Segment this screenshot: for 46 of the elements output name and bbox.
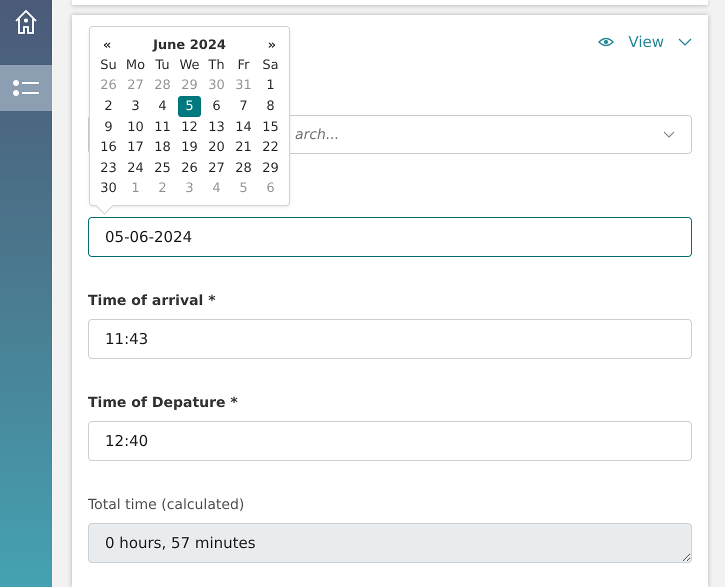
total-time-field[interactable]: 0 hours, 57 minutes — [88, 523, 692, 563]
chevron-down-icon — [663, 131, 675, 138]
calendar-day[interactable]: 13 — [203, 116, 230, 138]
calendar-day[interactable]: 1 — [257, 76, 284, 96]
calendar-day[interactable]: 27 — [203, 158, 230, 179]
calendar-day[interactable]: 30 — [95, 178, 122, 200]
calendar-day[interactable]: 8 — [257, 96, 284, 117]
calendar-day[interactable]: 14 — [230, 116, 257, 138]
weekday-label: We — [178, 56, 201, 75]
calendar-day[interactable]: 7 — [230, 96, 257, 117]
calendar-day[interactable]: 10 — [122, 116, 149, 138]
time-field[interactable]: 12:40 — [88, 421, 692, 461]
chevron-down-icon[interactable] — [678, 38, 692, 46]
eye-icon — [598, 37, 614, 47]
calendar-day[interactable]: 29 — [257, 158, 284, 179]
weekday-label: Fr — [236, 56, 250, 75]
calendar-day[interactable]: 6 — [203, 96, 230, 117]
weekday-label: Th — [207, 56, 226, 75]
calendar-day[interactable]: 15 — [257, 116, 284, 138]
weekday-label: Su — [99, 56, 118, 75]
calendar-day[interactable]: 11 — [149, 116, 176, 138]
month-title: June 2024 — [153, 38, 226, 52]
weekday-label: Mo — [124, 56, 146, 75]
field-label: Time of arrival * — [88, 292, 217, 311]
previous-month-button[interactable]: « — [95, 38, 120, 52]
calendar-day[interactable]: 3 — [122, 96, 149, 117]
calendar-day[interactable]: 5 — [178, 96, 201, 117]
calendar-day[interactable]: 23 — [95, 158, 122, 179]
next-month-button[interactable]: » — [260, 38, 284, 52]
list-icon — [12, 79, 40, 97]
field-label: Total time (calculated) — [88, 496, 246, 515]
calendar-day[interactable]: 25 — [149, 158, 176, 179]
date-field[interactable]: 05-06-2024 — [88, 217, 692, 257]
calendar-day[interactable]: 28 — [230, 158, 257, 179]
time-field[interactable]: 11:43 — [88, 319, 692, 359]
field-label: Time of Depature * — [88, 394, 239, 413]
weekday-label: Sa — [261, 56, 280, 75]
calendar-day[interactable]: 24 — [122, 158, 149, 179]
weekday-label: Tu — [154, 56, 171, 75]
calendar-day[interactable]: 12 — [176, 116, 203, 138]
calendar-day[interactable]: 26 — [176, 158, 203, 179]
calendar-day[interactable]: 2 — [95, 96, 122, 117]
view-button[interactable]: View — [628, 33, 664, 51]
home-icon — [14, 9, 38, 35]
calendar-day[interactable]: 4 — [149, 96, 176, 117]
calendar-day[interactable]: 9 — [95, 116, 122, 138]
